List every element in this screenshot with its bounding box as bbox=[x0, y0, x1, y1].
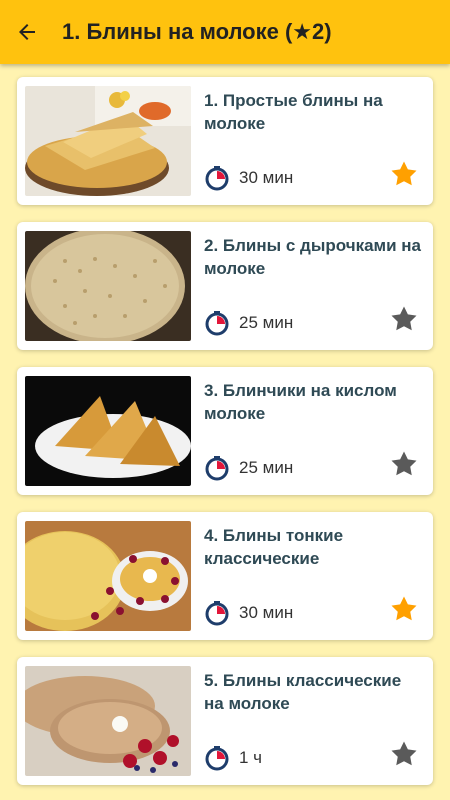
cooking-time-text: 30 мин bbox=[239, 603, 294, 622]
back-button[interactable] bbox=[0, 0, 54, 64]
timer-icon bbox=[205, 601, 229, 626]
recipe-title: 5. Блины классические на молоке bbox=[204, 671, 402, 713]
recipe-image bbox=[25, 376, 191, 486]
recipe-image bbox=[25, 231, 191, 341]
page-title: 1. Блины на молоке (★2) bbox=[62, 19, 332, 44]
recipe-list: 1. Простые блины на молоке 30 мин 2. Бли… bbox=[0, 64, 450, 785]
recipe-title: 3. Блинчики на кислом молоке bbox=[204, 381, 397, 423]
favorite-star-icon[interactable] bbox=[389, 159, 419, 189]
app-bar: 1. Блины на молоке (★2) bbox=[0, 0, 450, 64]
favorite-star-icon[interactable] bbox=[389, 449, 419, 479]
timer-icon bbox=[205, 746, 229, 771]
arrow-back-icon bbox=[19, 24, 35, 40]
recipe-title: 4. Блины тонкие классические bbox=[204, 526, 344, 568]
cooking-time-text: 1 ч bbox=[239, 748, 263, 767]
cooking-time-text: 25 мин bbox=[239, 458, 294, 477]
recipe-title: 2. Блины с дырочками на молоке bbox=[204, 236, 422, 278]
favorite-star-icon[interactable] bbox=[389, 594, 419, 624]
recipe-card[interactable]: 3. Блинчики на кислом молоке 25 мин bbox=[17, 367, 433, 495]
favorite-star-icon[interactable] bbox=[389, 739, 419, 769]
cooking-time-text: 30 мин bbox=[239, 168, 294, 187]
timer-icon bbox=[205, 166, 229, 191]
recipe-title: 1. Простые блины на молоке bbox=[204, 91, 383, 133]
recipe-image bbox=[25, 86, 191, 196]
recipe-card[interactable]: 5. Блины классические на молоке 1 ч bbox=[17, 657, 433, 785]
recipe-image bbox=[25, 521, 191, 631]
recipe-card[interactable]: 1. Простые блины на молоке 30 мин bbox=[17, 77, 433, 205]
cooking-time: 1 ч bbox=[204, 745, 262, 771]
timer-icon bbox=[205, 311, 229, 336]
timer-icon bbox=[205, 456, 229, 481]
cooking-time: 25 мин bbox=[204, 455, 293, 481]
recipe-card[interactable]: 4. Блины тонкие классические 30 мин bbox=[17, 512, 433, 640]
recipe-card[interactable]: 2. Блины с дырочками на молоке 25 мин bbox=[17, 222, 433, 350]
cooking-time: 30 мин bbox=[204, 165, 293, 191]
cooking-time: 30 мин bbox=[204, 600, 293, 626]
cooking-time-text: 25 мин bbox=[239, 313, 294, 332]
recipe-image bbox=[25, 666, 191, 776]
favorite-star-icon[interactable] bbox=[389, 304, 419, 334]
cooking-time: 25 мин bbox=[204, 310, 293, 336]
